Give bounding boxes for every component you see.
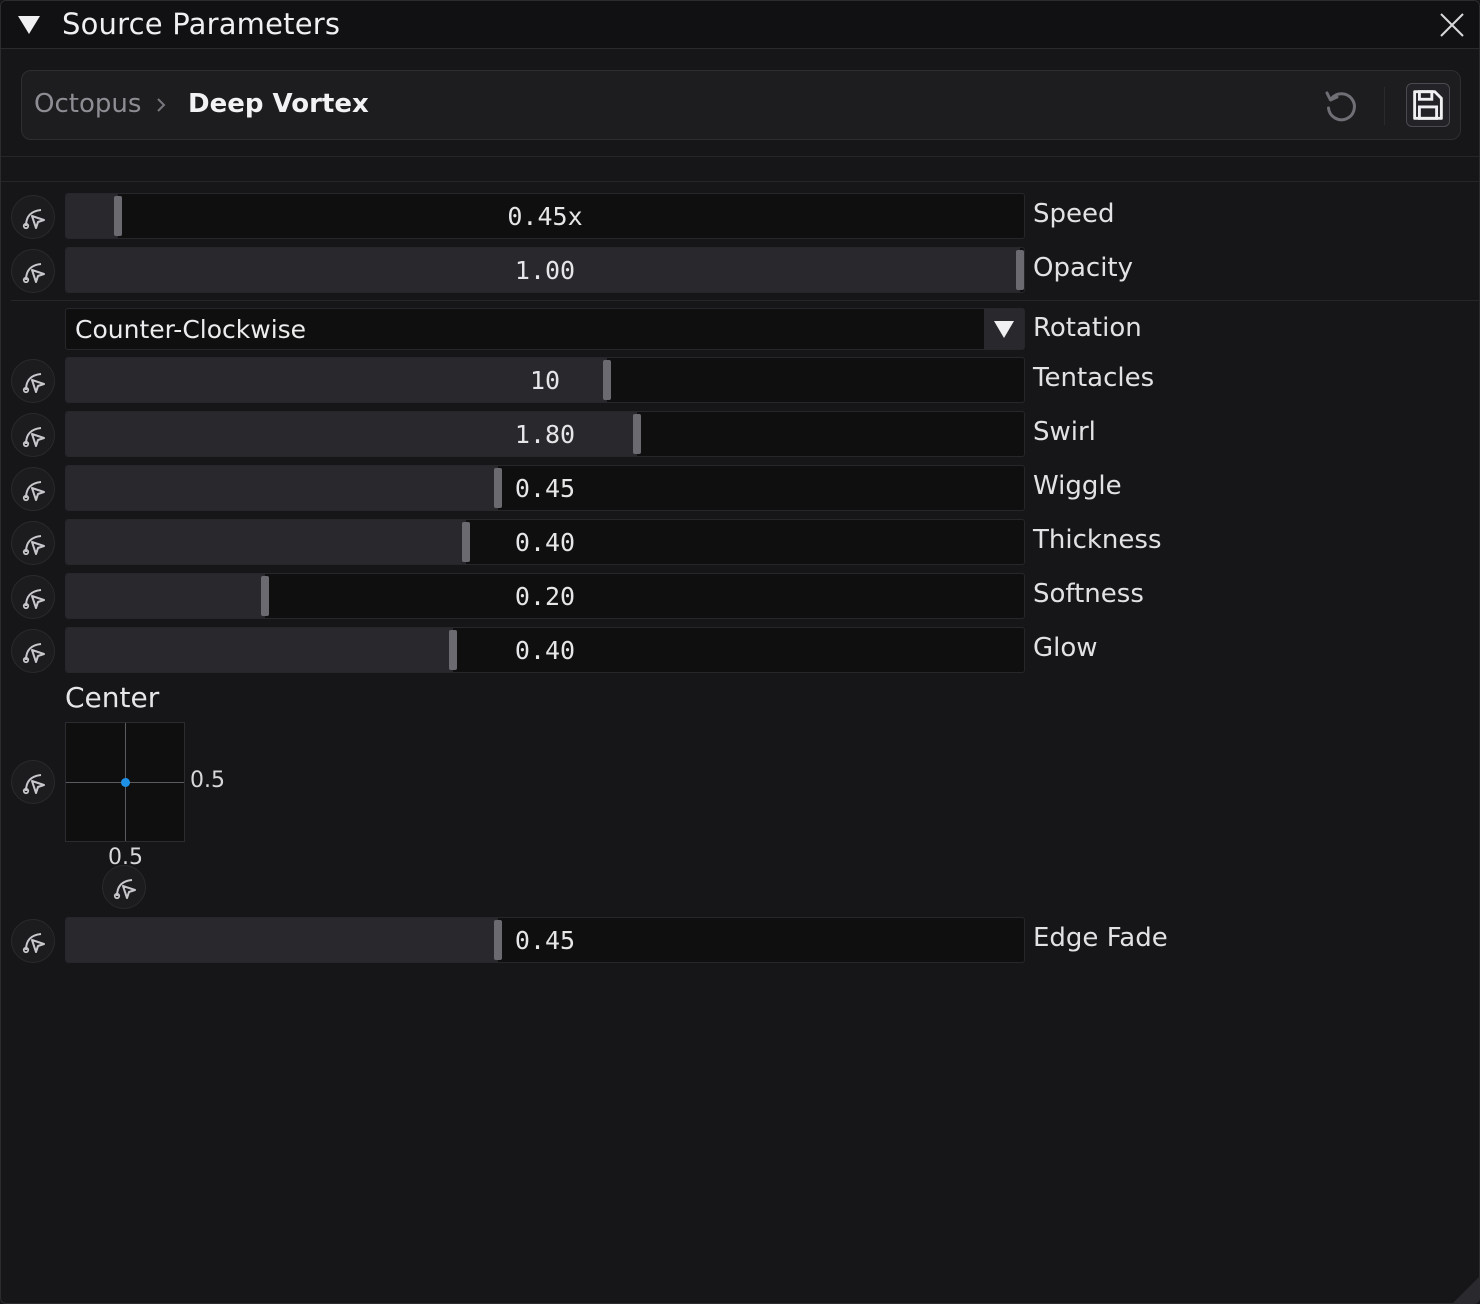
close-icon[interactable] [1437,10,1467,40]
breadcrumb-root[interactable]: Octopus [34,89,141,119]
modulate-icon [22,481,45,502]
param-label: Edge Fade [1033,923,1168,953]
param-label: Thickness [1033,525,1162,555]
modulate-button[interactable] [102,865,146,909]
slider-value: 0.20 [514,582,576,611]
caret-down-icon [994,321,1014,338]
param-label: Wiggle [1033,471,1122,501]
reset-icon[interactable] [1322,87,1360,125]
wiggle-slider[interactable]: 0.45 [65,465,1025,511]
dropdown-arrow[interactable] [984,309,1024,349]
swirl-slider[interactable]: 1.80 [65,411,1025,457]
section-divider [1,156,1479,157]
slider-value: 1.00 [514,256,576,285]
param-label: Rotation [1033,313,1142,343]
modulate-button[interactable] [11,413,55,457]
panel-titlebar[interactable]: Source Parameters [1,1,1479,49]
center-xy-pad[interactable] [65,722,185,842]
param-label: Softness [1033,579,1144,609]
panel-title: Source Parameters [62,7,341,41]
center-y-value: 0.5 [190,768,225,793]
resize-grip-icon[interactable] [1453,1277,1479,1303]
breadcrumb-current[interactable]: Deep Vortex [188,89,369,119]
param-label: Swirl [1033,417,1096,447]
slider-value: 0.45 [514,926,576,955]
rotation-dropdown[interactable]: Counter-Clockwise [65,308,1025,350]
modulate-button[interactable] [11,195,55,239]
modulate-icon [22,774,45,795]
chevron-right-icon [157,98,166,112]
breadcrumb: Octopus Deep Vortex [21,70,1461,140]
pad-position-dot[interactable] [121,778,130,787]
modulate-button[interactable] [11,249,55,293]
modulate-button[interactable] [11,919,55,963]
param-label: Speed [1033,199,1115,229]
modulate-icon [22,263,45,284]
param-label: Glow [1033,633,1098,663]
opacity-slider[interactable]: 1.00 [65,247,1025,293]
modulate-button[interactable] [11,760,55,804]
edge-fade-slider[interactable]: 0.45 [65,917,1025,963]
slider-value: 1.80 [514,420,576,449]
modulate-icon [22,427,45,448]
source-parameters-panel: Source Parameters Octopus Deep Vortex 0.… [0,0,1480,1304]
modulate-icon [22,933,45,954]
save-button[interactable] [1406,83,1450,127]
param-label: Opacity [1033,253,1134,283]
save-icon [1413,90,1443,120]
modulate-button[interactable] [11,521,55,565]
slider-value: 0.40 [514,636,576,665]
toolbar-divider [1384,87,1385,125]
modulate-icon [22,589,45,610]
slider-value: 0.45x [507,202,583,231]
speed-slider[interactable]: 0.45x [65,193,1025,239]
modulate-icon [113,879,136,900]
modulate-icon [22,535,45,556]
modulate-icon [22,373,45,394]
modulate-button[interactable] [11,359,55,403]
modulate-icon [22,209,45,230]
tentacles-slider[interactable]: 10 [65,357,1025,403]
section-divider [1,181,1479,182]
slider-value: 10 [529,366,561,395]
thickness-slider[interactable]: 0.40 [65,519,1025,565]
glow-slider[interactable]: 0.40 [65,627,1025,673]
softness-slider[interactable]: 0.20 [65,573,1025,619]
modulate-button[interactable] [11,467,55,511]
param-label: Tentacles [1033,363,1155,393]
slider-value: 0.45 [514,474,576,503]
section-divider [11,300,1479,301]
slider-value: 0.40 [514,528,576,557]
caret-down-icon[interactable] [17,14,41,36]
modulate-icon [22,643,45,664]
modulate-button[interactable] [11,629,55,673]
dropdown-selected-value: Counter-Clockwise [75,315,307,344]
modulate-button[interactable] [11,575,55,619]
center-label: Center [65,681,160,714]
